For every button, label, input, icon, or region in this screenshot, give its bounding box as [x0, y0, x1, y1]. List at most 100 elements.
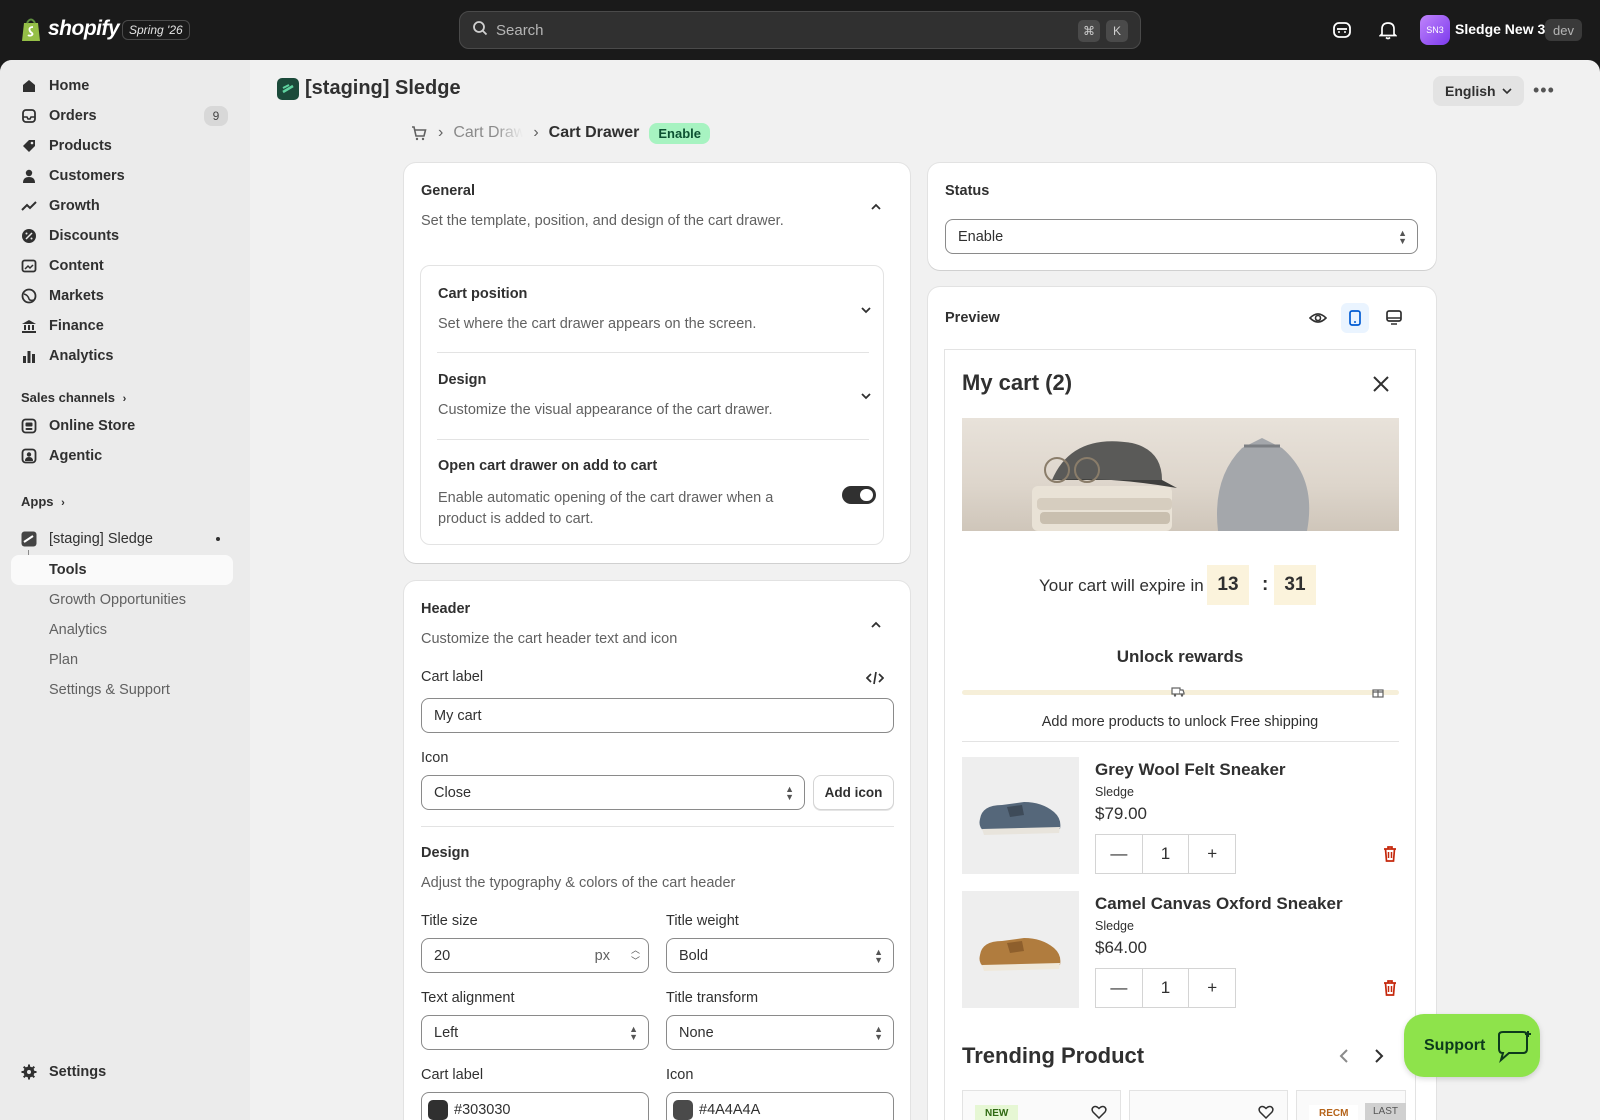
sidekick-icon[interactable]: [1330, 18, 1354, 42]
title-size-input[interactable]: 20 px ︿ ﹀: [421, 938, 649, 973]
sidebar-item-home[interactable]: Home: [20, 72, 89, 100]
apps-heading[interactable]: Apps ›: [21, 494, 65, 509]
product-badge: RECM: [1309, 1105, 1359, 1120]
minus-icon[interactable]: —: [1096, 835, 1142, 873]
text-alignment-select[interactable]: Left ▲ ▼: [421, 1015, 649, 1050]
trending-product-card[interactable]: [1129, 1090, 1288, 1120]
sidebar-item-label: Content: [49, 258, 104, 274]
icon-color-input[interactable]: #4A4A4A: [666, 1092, 894, 1120]
search-input[interactable]: Search ⌘ K: [459, 11, 1141, 49]
cart-label-input[interactable]: My cart: [421, 698, 894, 733]
sidebar-item-app-sledge[interactable]: [staging] Sledge: [20, 525, 153, 553]
chevron-up-icon[interactable]: [869, 618, 883, 632]
cart-icon[interactable]: [410, 124, 428, 142]
product-image[interactable]: [962, 891, 1079, 1008]
title-transform-select[interactable]: None ▲ ▼: [666, 1015, 894, 1050]
shopify-bag-icon: [22, 18, 40, 41]
title-size-unit: px: [594, 947, 610, 964]
close-icon[interactable]: [1372, 375, 1390, 393]
chevron-up-icon[interactable]: [869, 200, 883, 214]
trash-icon[interactable]: [1381, 845, 1399, 863]
bell-icon[interactable]: [1376, 18, 1400, 42]
timer-seconds: 31: [1274, 565, 1316, 605]
preview-card: Preview My cart (2) Your cart will expir…: [928, 287, 1436, 1120]
sidebar-subitem-growth-opportunities[interactable]: Growth Opportunities: [49, 592, 186, 608]
store-avatar[interactable]: SN3: [1420, 15, 1450, 45]
more-actions-icon[interactable]: •••: [1533, 80, 1555, 101]
plus-icon[interactable]: +: [1188, 969, 1235, 1007]
breadcrumb-parent[interactable]: Cart Drawer: [453, 124, 523, 142]
product-name[interactable]: Camel Canvas Oxford Sneaker: [1095, 894, 1343, 914]
code-icon[interactable]: [866, 670, 884, 686]
timer-separator: :: [1262, 574, 1269, 595]
sidebar-item-products[interactable]: Products: [20, 132, 112, 160]
quantity-value[interactable]: 1: [1141, 835, 1189, 873]
sidebar-item-growth[interactable]: Growth: [20, 192, 100, 220]
support-button[interactable]: Support: [1404, 1014, 1540, 1077]
header-design-description: Adjust the typography & colors of the ca…: [421, 875, 736, 891]
design-title: Design: [438, 372, 487, 388]
quantity-value[interactable]: 1: [1141, 969, 1189, 1007]
sidebar-subitem-tools[interactable]: Tools: [49, 562, 87, 578]
chevron-left-icon[interactable]: [1338, 1048, 1350, 1064]
sidebar-subitem-plan[interactable]: Plan: [49, 652, 78, 668]
heart-icon[interactable]: [1258, 1105, 1274, 1119]
product-name[interactable]: Grey Wool Felt Sneaker: [1095, 760, 1286, 780]
sidebar-item-label: Home: [49, 78, 90, 94]
trending-product-card[interactable]: RECM LAST: [1296, 1090, 1407, 1120]
trending-product-card[interactable]: NEW: [962, 1090, 1121, 1120]
sidebar-item-customers[interactable]: Customers: [20, 162, 125, 190]
sidebar-item-online-store[interactable]: Online Store: [20, 412, 135, 440]
sales-channels-heading[interactable]: Sales channels ›: [21, 390, 126, 405]
mobile-view-toggle[interactable]: [1341, 303, 1369, 333]
text-alignment-label: Text alignment: [421, 990, 515, 1006]
plus-icon[interactable]: +: [1188, 835, 1235, 873]
env-badge: dev: [1545, 19, 1582, 41]
sidebar-item-settings[interactable]: Settings: [20, 1058, 106, 1086]
status-select[interactable]: Enable ▲ ▼: [945, 219, 1418, 254]
open-on-add-toggle[interactable]: [842, 486, 876, 504]
icon-select[interactable]: Close ▲ ▼: [421, 775, 805, 810]
trash-icon[interactable]: [1381, 979, 1399, 997]
text-alignment-value: Left: [434, 1024, 459, 1041]
sidebar-item-content[interactable]: Content: [20, 252, 104, 280]
shopify-logo[interactable]: shopify: [20, 16, 120, 42]
general-settings-group: Cart position Set where the cart drawer …: [420, 265, 884, 545]
color-swatch[interactable]: [673, 1099, 693, 1120]
stepper-icon[interactable]: ︿ ﹀: [631, 945, 640, 967]
product-badge: LAST: [1365, 1103, 1407, 1120]
language-selector[interactable]: English: [1433, 76, 1524, 106]
color-swatch[interactable]: [428, 1099, 448, 1120]
product-image[interactable]: [962, 757, 1079, 874]
cart-position-title: Cart position: [438, 286, 528, 302]
main-content: [staging] Sledge English ••• › Cart Draw…: [250, 60, 1600, 1120]
icon-label: Icon: [421, 750, 449, 766]
cart-label-color-input[interactable]: #303030: [421, 1092, 649, 1120]
sidebar-item-orders[interactable]: Orders: [20, 102, 97, 130]
truck-icon: [1171, 687, 1185, 697]
sidebar-subitem-analytics[interactable]: Analytics: [49, 622, 107, 638]
sidebar-item-markets[interactable]: Markets: [20, 282, 104, 310]
gear-icon: [20, 1063, 38, 1081]
shortcut-cmd-key: ⌘: [1078, 20, 1100, 42]
sidebar-item-finance[interactable]: Finance: [20, 312, 104, 340]
sidebar-subitem-settings-support[interactable]: Settings & Support: [49, 682, 170, 698]
sidebar-item-agentic[interactable]: Agentic: [20, 442, 102, 470]
eye-icon[interactable]: [1309, 309, 1327, 327]
cart-position-row[interactable]: Cart position Set where the cart drawer …: [421, 266, 883, 351]
title-weight-label: Title weight: [666, 913, 739, 929]
title-weight-select[interactable]: Bold ▲ ▼: [666, 938, 894, 973]
desktop-icon[interactable]: [1385, 309, 1403, 327]
cart-position-description: Set where the cart drawer appears on the…: [438, 316, 757, 332]
minus-icon[interactable]: —: [1096, 969, 1142, 1007]
chevron-right-icon[interactable]: [1373, 1048, 1385, 1064]
store-name[interactable]: Sledge New 3: [1455, 21, 1545, 37]
sidebar-item-analytics[interactable]: Analytics: [20, 342, 113, 370]
inbox-icon: [20, 107, 38, 125]
heart-icon[interactable]: [1091, 1105, 1107, 1119]
design-row[interactable]: Design Customize the visual appearance o…: [421, 353, 883, 438]
discount-icon: [20, 227, 38, 245]
sidebar-item-label: Customers: [49, 168, 125, 184]
add-icon-button[interactable]: Add icon: [813, 775, 894, 810]
sidebar-item-discounts[interactable]: Discounts: [20, 222, 119, 250]
